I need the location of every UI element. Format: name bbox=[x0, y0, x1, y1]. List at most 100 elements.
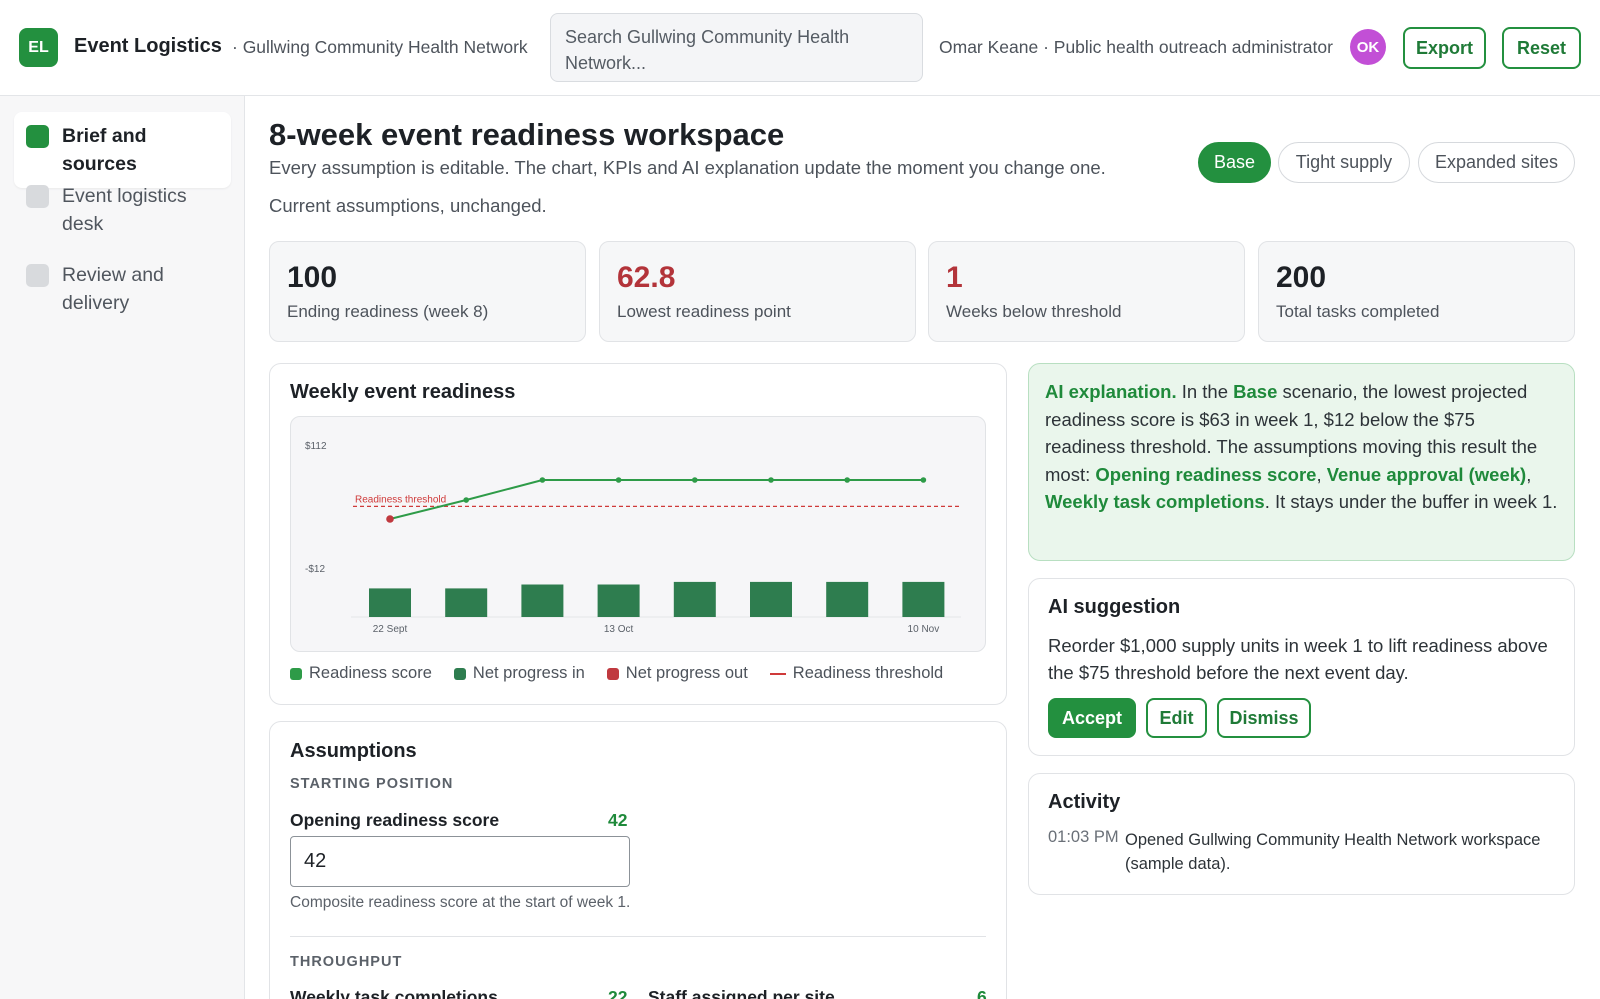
sidebar-item-review[interactable]: Review and delivery bbox=[14, 251, 231, 327]
kpi-card-total-tasks: 200 Total tasks completed bbox=[1258, 241, 1575, 342]
kpi-card-weeks-below: 1 Weeks below threshold bbox=[928, 241, 1245, 342]
ai-text: , bbox=[1526, 463, 1532, 485]
activity-text: Opened Gullwing Community Health Network… bbox=[1125, 831, 1541, 873]
ai-scenario: Base bbox=[1233, 381, 1278, 402]
ai-explanation-card: AI explanation. In the Base scenario, th… bbox=[1028, 363, 1575, 561]
avatar[interactable]: OK bbox=[1350, 29, 1386, 65]
chart-legend: Readiness score Net progress in Net prog… bbox=[290, 664, 965, 683]
opening-readiness-input[interactable] bbox=[290, 836, 630, 887]
chart-area: $112 -$12 Readiness threshold 22 Sept 13 Oct… bbox=[290, 416, 986, 652]
divider bbox=[290, 936, 986, 937]
staff-per-site-value: 6 bbox=[977, 987, 987, 999]
kpi-value: 1 bbox=[946, 261, 963, 294]
legend-item-threshold: Readiness threshold bbox=[769, 664, 944, 683]
kpi-card-lowest-readiness: 62.8 Lowest readiness point bbox=[599, 241, 916, 342]
kpi-label: Weeks below threshold bbox=[946, 302, 1122, 321]
legend-label: Readiness score bbox=[309, 664, 432, 682]
legend-label: Readiness threshold bbox=[792, 664, 944, 682]
legend-swatch bbox=[453, 667, 466, 680]
org-name: · Gullwing Community Health Network bbox=[232, 37, 528, 57]
page-title: 8-week event readiness workspace bbox=[269, 117, 785, 152]
sidebar-item-label: Review and delivery bbox=[62, 264, 164, 314]
ai-text: . It stays under the buffer in week 1. bbox=[1264, 491, 1558, 512]
tab-expanded-sites[interactable]: Expanded sites bbox=[1418, 142, 1575, 183]
legend-swatch bbox=[769, 672, 786, 675]
search-input[interactable]: Search Gullwing Community Health Network… bbox=[550, 13, 923, 82]
activity-title: Activity bbox=[1048, 791, 1121, 813]
status-dot-icon bbox=[26, 185, 49, 208]
bar-net-in bbox=[673, 581, 716, 617]
user-info: Omar Keane · Public health outreach admi… bbox=[939, 37, 1333, 57]
readiness-line bbox=[389, 479, 924, 520]
x-tick-label: 10 Nov bbox=[908, 624, 940, 635]
x-tick-label: 22 Sept bbox=[373, 624, 408, 635]
kpi-label: Lowest readiness point bbox=[617, 302, 791, 321]
opening-readiness-value: 42 bbox=[608, 810, 628, 830]
kpi-value: 200 bbox=[1276, 261, 1327, 294]
kpi-value: 62.8 bbox=[617, 261, 676, 294]
sidebar-item-logistics-desk[interactable]: Event logistics desk bbox=[14, 172, 231, 248]
dismiss-button[interactable]: Dismiss bbox=[1217, 698, 1311, 738]
bar-net-in bbox=[902, 581, 945, 617]
kpi-card-ending-readiness: 100 Ending readiness (week 8) bbox=[269, 241, 586, 342]
readiness-point bbox=[615, 477, 622, 483]
readiness-point bbox=[768, 477, 774, 483]
kpi-value: 100 bbox=[287, 261, 338, 294]
app-logo: EL bbox=[19, 28, 58, 67]
weekly-task-value: 22 bbox=[608, 987, 628, 999]
bar-net-in bbox=[521, 584, 564, 617]
activity-time: 01:03 PM bbox=[1048, 828, 1119, 846]
ai-text: , bbox=[1316, 463, 1327, 485]
section-heading-starting: STARTING POSITION bbox=[290, 776, 454, 792]
legend-item-readiness: Readiness score bbox=[290, 664, 432, 683]
readiness-point bbox=[539, 477, 546, 483]
weekly-task-label: Weekly task completions bbox=[290, 987, 498, 999]
kpi-label: Ending readiness (week 8) bbox=[287, 302, 489, 321]
app-title: Event Logistics bbox=[74, 35, 222, 57]
reset-button[interactable]: Reset bbox=[1502, 27, 1581, 69]
readiness-point bbox=[386, 515, 394, 523]
readiness-point bbox=[463, 497, 469, 503]
suggestion-title: AI suggestion bbox=[1048, 596, 1181, 618]
ai-suggestion-card: AI suggestion Reorder $1,000 supply unit… bbox=[1028, 578, 1575, 756]
legend-swatch bbox=[290, 667, 302, 680]
x-tick-label: 13 Oct bbox=[604, 624, 634, 635]
y-tick-label: $112 bbox=[305, 441, 327, 452]
threshold-label: Readiness threshold bbox=[355, 494, 446, 505]
edit-button[interactable]: Edit bbox=[1146, 698, 1207, 738]
bar-net-in bbox=[369, 588, 411, 617]
tab-base[interactable]: Base bbox=[1198, 142, 1271, 183]
tab-tight-supply[interactable]: Tight supply bbox=[1278, 142, 1410, 183]
sidebar-item-label: Event logistics desk bbox=[62, 185, 187, 235]
assumptions-card: Assumptions STARTING POSITION Opening re… bbox=[269, 721, 1007, 999]
readiness-point bbox=[844, 477, 850, 483]
ai-explanation-lead: AI explanation. bbox=[1045, 381, 1177, 402]
legend-label: Net progress out bbox=[625, 664, 748, 682]
opening-readiness-label: Opening readiness score bbox=[290, 810, 500, 830]
chart-card: Weekly event readiness $112 -$12 Readiness… bbox=[269, 363, 1007, 705]
opening-readiness-help: Composite readiness score at the start o… bbox=[290, 894, 631, 911]
ai-driver: Opening readiness score bbox=[1095, 463, 1317, 485]
ai-text: In the bbox=[1176, 381, 1234, 402]
assumptions-title: Assumptions bbox=[290, 740, 417, 762]
legend-item-net-out: Net progress out bbox=[606, 664, 748, 683]
accept-button[interactable]: Accept bbox=[1048, 698, 1136, 738]
readiness-chart: $112 -$12 Readiness threshold 22 Sept 13 Oct… bbox=[305, 441, 961, 635]
activity-card: Activity 01:03 PM Opened Gullwing Commun… bbox=[1028, 773, 1575, 895]
kpi-label: Total tasks completed bbox=[1276, 302, 1440, 321]
bar-net-in bbox=[750, 581, 792, 617]
suggestion-text: Reorder $1,000 supply units in week 1 to… bbox=[1048, 635, 1548, 683]
readiness-point bbox=[920, 477, 927, 483]
staff-per-site-label: Staff assigned per site bbox=[648, 987, 835, 999]
status-message: Current assumptions, unchanged. bbox=[269, 195, 547, 216]
y-tick-label: -$12 bbox=[305, 564, 325, 575]
sidebar: Brief and sources Event logistics desk R… bbox=[0, 96, 245, 999]
section-heading-throughput: THROUGHPUT bbox=[290, 954, 403, 970]
bar-net-in bbox=[445, 588, 488, 617]
top-bar: EL Event Logistics · Gullwing Community … bbox=[0, 0, 1600, 96]
ai-driver: Venue approval (week) bbox=[1326, 463, 1527, 485]
export-button[interactable]: Export bbox=[1403, 27, 1486, 69]
status-dot-icon bbox=[26, 125, 49, 148]
status-dot-icon bbox=[26, 264, 49, 287]
legend-item-net-in: Net progress in bbox=[453, 664, 585, 683]
